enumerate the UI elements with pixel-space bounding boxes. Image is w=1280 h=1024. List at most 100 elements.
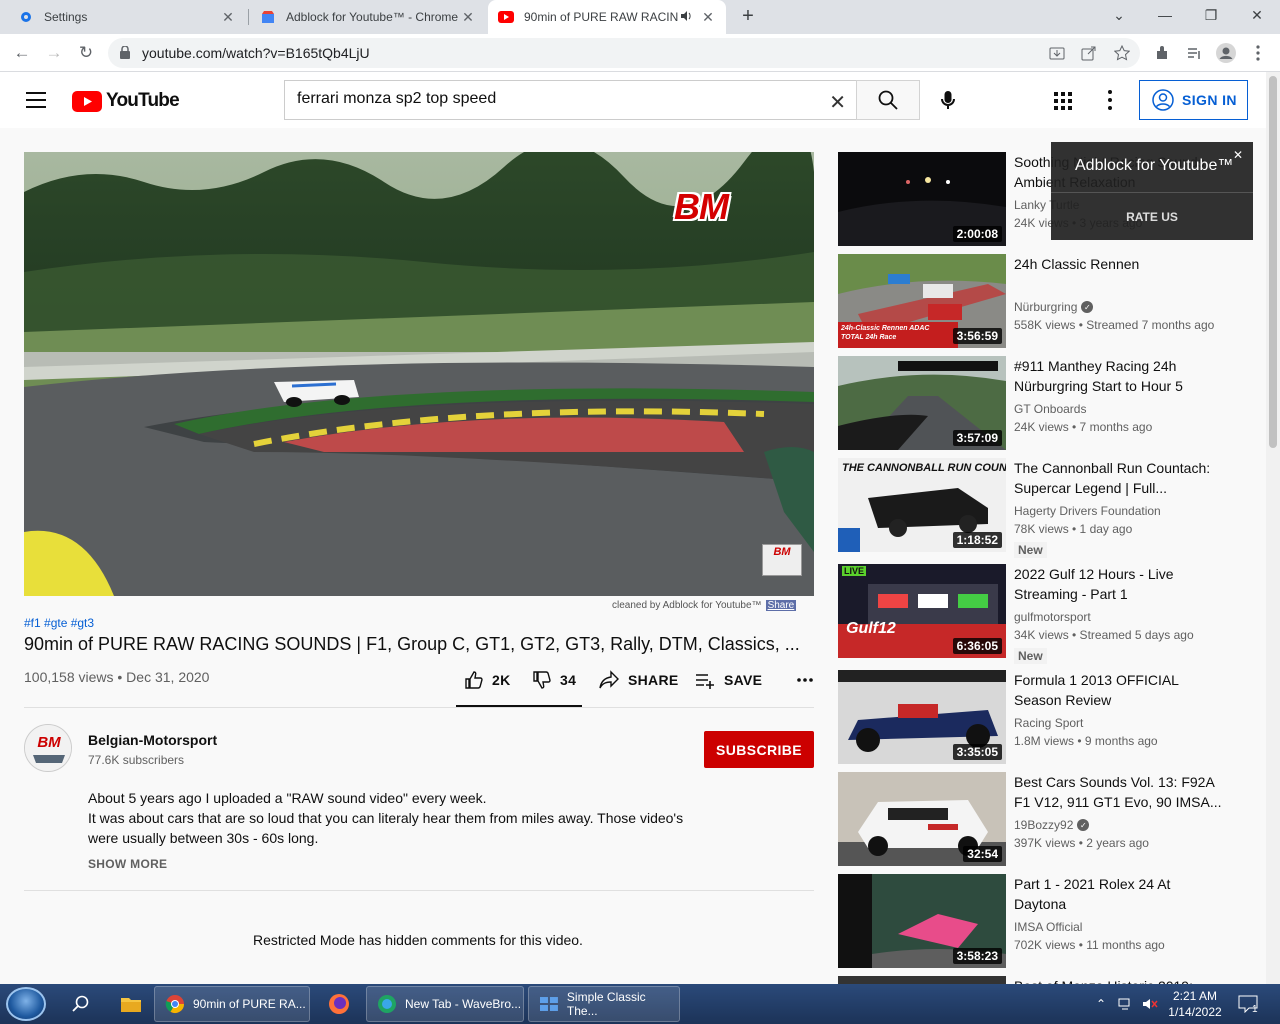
taskbar-classic-theme-window[interactable]: Simple Classic The... — [528, 986, 680, 1022]
extensions-icon[interactable] — [1152, 43, 1172, 63]
subscribe-button[interactable]: SUBSCRIBE — [704, 731, 814, 768]
recommended-video[interactable]: THE CANNONBALL RUN COUNTACH 1:18:52 The … — [838, 458, 1258, 558]
notifications-icon[interactable]: 1 — [1238, 984, 1258, 1024]
file-explorer-icon[interactable] — [110, 986, 146, 1022]
recommended-video[interactable]: 24h-Classic Rennen ADAC TOTAL 24h Race 3… — [838, 254, 1258, 348]
rate-us-button[interactable]: RATE US — [1051, 210, 1253, 224]
scrollbar-thumb[interactable] — [1269, 76, 1277, 448]
video-thumbnail[interactable] — [838, 976, 1006, 984]
clear-search-icon[interactable]: ✕ — [829, 90, 846, 115]
taskbar-chrome-window[interactable]: 90min of PURE RA... — [154, 986, 310, 1022]
chrome-menu-icon[interactable] — [1248, 43, 1268, 63]
channel-label: gulfmotorsport — [1014, 610, 1091, 624]
speaker-icon[interactable] — [678, 9, 694, 25]
thumbnail-caption: Gulf12 — [846, 620, 896, 637]
tab-adblock[interactable]: Adblock for Youtube™ - Chrome We ✕ — [250, 0, 486, 34]
recommended-video[interactable]: LIVE Gulf12 6:36:05 2022 Gulf 12 Hours -… — [838, 564, 1258, 664]
share-icon[interactable] — [1080, 44, 1098, 62]
search-icon[interactable] — [62, 986, 96, 1022]
more-actions-icon[interactable] — [790, 678, 820, 682]
restore-button[interactable]: ❐ — [1188, 0, 1234, 30]
sign-in-button[interactable]: SIGN IN — [1139, 80, 1248, 120]
settings-menu-icon[interactable] — [1108, 90, 1112, 114]
video-stats: 34K views • Streamed 5 days ago — [1014, 628, 1194, 642]
live-badge: LIVE — [842, 566, 867, 576]
channel-name: GT Onboards — [1014, 402, 1086, 416]
channel-label: Nürburgring — [1014, 300, 1078, 314]
system-clock[interactable]: 2:21 AM 1/14/2022 — [1162, 988, 1228, 1020]
volume-muted-icon[interactable] — [1142, 984, 1158, 1024]
minimize-button[interactable]: — — [1142, 0, 1188, 30]
forward-button[interactable]: → — [42, 41, 66, 65]
adblock-share-link[interactable]: Share — [765, 600, 797, 611]
video-thumbnail[interactable]: LIVE Gulf12 6:36:05 — [838, 564, 1006, 658]
voice-search-button[interactable] — [936, 88, 960, 117]
sign-in-label: SIGN IN — [1182, 92, 1237, 108]
duration-badge: 32:54 — [963, 846, 1002, 862]
channel-label: Racing Sport — [1014, 716, 1084, 730]
back-button[interactable]: ← — [10, 41, 34, 65]
dislike-button[interactable]: 34 — [532, 670, 598, 690]
recommended-video[interactable]: 3:57:09 #911 Manthey Racing 24h Nürburgr… — [838, 356, 1258, 450]
bookmark-star-icon[interactable] — [1113, 44, 1131, 62]
recommended-video[interactable]: 32:54 Best Cars Sounds Vol. 13: F92A F1 … — [838, 772, 1258, 866]
reading-list-icon[interactable] — [1184, 43, 1204, 63]
page-scrollbar[interactable] — [1266, 72, 1280, 984]
divider — [24, 890, 814, 891]
duration-badge: 2:00:08 — [952, 226, 1002, 242]
subscriber-count: 77.6K subscribers — [88, 753, 185, 767]
install-icon[interactable] — [1048, 44, 1066, 62]
youtube-header: YouTube ✕ SIGN IN — [0, 72, 1266, 128]
address-bar[interactable]: youtube.com/watch?v=B165tQb4LjU — [108, 38, 1140, 68]
thumbnail-caption: 24h-Classic Rennen ADAC TOTAL 24h Race — [841, 325, 930, 341]
browser-toolbar: ← → ↻ youtube.com/watch?v=B165tQb4LjU — [0, 34, 1280, 72]
duration-badge: 3:58:23 — [952, 948, 1002, 964]
video-title: The Cannonball Run Countach: Supercar Le… — [1014, 460, 1211, 496]
video-title: Best of Monza Historic 2019: — [1014, 976, 1224, 984]
channel-avatar[interactable]: BM — [24, 724, 72, 772]
close-tab-icon[interactable]: ✕ — [220, 9, 236, 26]
video-stats: 702K views • 11 months ago — [1014, 938, 1165, 952]
video-thumbnail[interactable]: 3:35:05 — [838, 670, 1006, 764]
tab-youtube-video[interactable]: 90min of PURE RAW RACING ✕ — [488, 0, 726, 34]
video-thumbnail[interactable]: 3:57:09 — [838, 356, 1006, 450]
channel-name[interactable]: Belgian-Motorsport — [88, 732, 217, 748]
profile-avatar-icon[interactable] — [1216, 43, 1236, 63]
tray-overflow-icon[interactable]: ⌃ — [1096, 984, 1106, 1024]
apps-grid-icon[interactable] — [1054, 92, 1072, 110]
video-thumbnail[interactable]: 3:58:23 — [838, 874, 1006, 968]
close-popup-icon[interactable]: ✕ — [1233, 148, 1243, 162]
video-thumbnail[interactable]: 24h-Classic Rennen ADAC TOTAL 24h Race 3… — [838, 254, 1006, 348]
new-tab-button[interactable]: + — [736, 5, 760, 29]
recommended-video[interactable]: 3:35:05 Formula 1 2013 OFFICIAL Season R… — [838, 670, 1258, 764]
show-more-button[interactable]: SHOW MORE — [88, 857, 167, 871]
reload-button[interactable]: ↻ — [74, 41, 98, 65]
network-icon[interactable] — [1118, 984, 1134, 1024]
tab-settings[interactable]: Settings ✕ — [8, 0, 246, 34]
search-button[interactable] — [856, 80, 920, 120]
recommended-video[interactable]: 3:58:23 Part 1 - 2021 Rolex 24 At Dayton… — [838, 874, 1258, 968]
hamburger-menu-icon[interactable] — [26, 92, 46, 108]
save-button[interactable]: SAVE — [694, 670, 790, 690]
close-tab-icon[interactable]: ✕ — [460, 9, 476, 26]
video-thumbnail[interactable]: 32:54 — [838, 772, 1006, 866]
tab-search-icon[interactable]: ⌄ — [1096, 0, 1142, 30]
search-input[interactable] — [297, 90, 817, 108]
video-thumbnail[interactable]: 2:00:08 — [838, 152, 1006, 246]
youtube-logo[interactable]: YouTube — [72, 90, 180, 112]
video-player[interactable]: BM BM — [24, 152, 814, 596]
hashtags[interactable]: #f1 #gte #gt3 — [24, 616, 94, 630]
recommended-video[interactable]: Best of Monza Historic 2019: — [838, 976, 1258, 984]
like-button[interactable]: 2K — [456, 670, 532, 690]
video-thumbnail[interactable]: THE CANNONBALL RUN COUNTACH 1:18:52 — [838, 458, 1006, 552]
youtube-favicon-icon — [498, 9, 514, 25]
bm-watermark: BM — [674, 186, 729, 227]
taskbar-wavebrowser-window[interactable]: New Tab - WaveBro... — [366, 986, 524, 1022]
taskbar-item-label: New Tab - WaveBro... — [405, 997, 522, 1011]
start-button[interactable] — [6, 987, 46, 1021]
close-window-button[interactable]: ✕ — [1234, 0, 1280, 30]
share-button[interactable]: SHARE — [598, 670, 694, 690]
firefox-icon[interactable] — [318, 986, 362, 1022]
close-tab-icon[interactable]: ✕ — [700, 9, 716, 26]
video-meta: 100,158 views • Dec 31, 2020 — [24, 669, 210, 685]
